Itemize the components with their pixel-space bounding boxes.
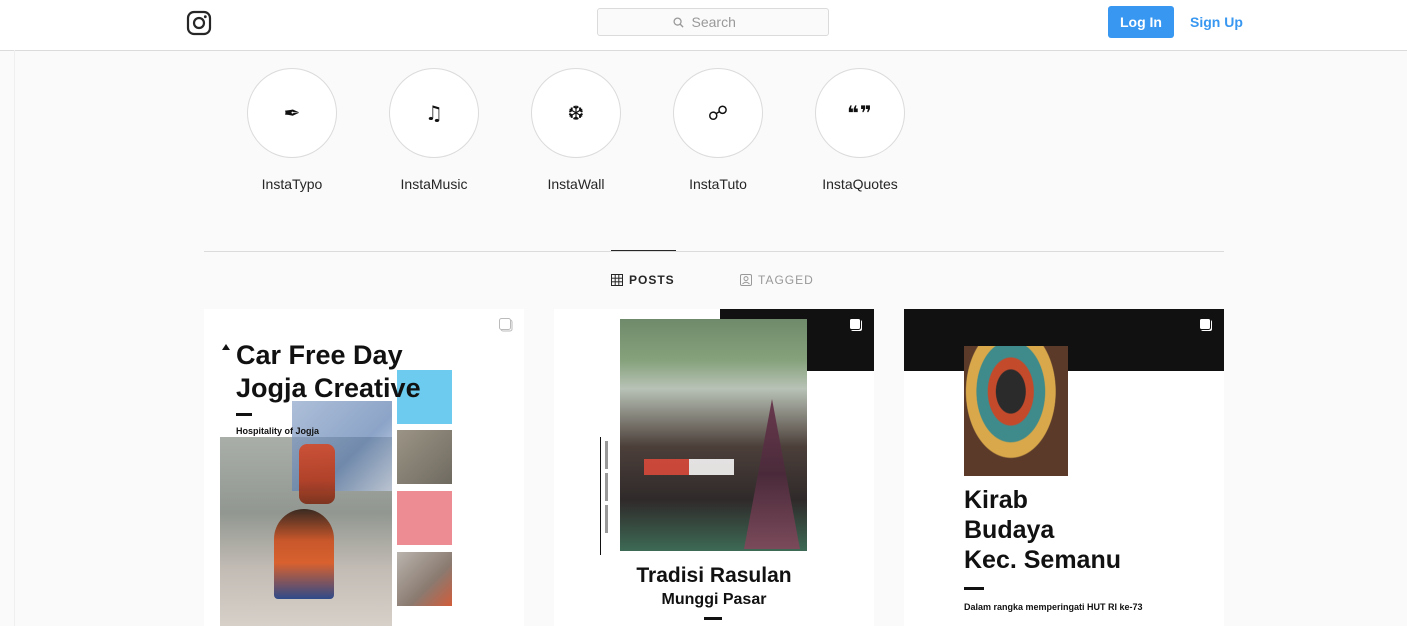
active-tab-indicator [611, 250, 676, 251]
post-thumbnail[interactable]: Tradisi Rasulan Munggi Pasar [554, 309, 874, 626]
post-photo [964, 346, 1068, 476]
pen-nib-icon: ✒ [283, 101, 301, 125]
multiple-posts-icon [849, 318, 862, 331]
highlight-label: InstaWall [547, 176, 605, 192]
highlight-instamusic[interactable]: ♫ InstaMusic [374, 68, 494, 192]
tab-posts[interactable]: POSTS [611, 273, 675, 287]
highlight-label: InstaMusic [400, 176, 468, 192]
post-subtitle: Munggi Pasar [661, 591, 767, 608]
multiple-posts-icon [499, 318, 513, 332]
multiple-posts-icon [1199, 318, 1212, 331]
post-photo [397, 430, 452, 484]
post-thumbnail[interactable]: Kirab Budaya Kec. Semanu Dalam rangka me… [904, 309, 1224, 626]
highlight-label: InstaTuto [689, 176, 747, 192]
color-block [397, 491, 452, 545]
highlight-instatuto[interactable]: ☍ InstaTuto [658, 68, 778, 192]
music-note-icon: ♫ [425, 101, 443, 125]
highlight-instaquotes[interactable]: ❝❞ InstaQuotes [800, 68, 920, 192]
highlight-cover: ✒ [247, 68, 337, 158]
post-title: Tradisi Rasulan [636, 564, 792, 587]
instagram-icon[interactable] [186, 10, 212, 36]
top-navigation-bar: Log In Sign Up [0, 0, 1407, 51]
highlight-instawall[interactable]: ❆ InstaWall [516, 68, 636, 192]
highlight-cover: ☍ [673, 68, 763, 158]
search-input[interactable] [689, 13, 754, 31]
post-title: Car Free Day Jogja Creative [236, 340, 421, 403]
search-icon [672, 16, 684, 28]
post-subtitle: Dalam rangka memperingati HUT RI ke-73 [964, 602, 1143, 612]
highlight-cover: ❆ [531, 68, 621, 158]
triangle-mark [222, 344, 230, 350]
post-photo [644, 459, 734, 475]
post-subtitle: Hospitality of Jogja [236, 426, 320, 436]
post-thumbnail[interactable]: Car Free Day Jogja Creative Hospitality … [204, 309, 524, 626]
divider [964, 587, 984, 590]
post-photo [397, 552, 452, 606]
highlight-label: InstaQuotes [822, 176, 898, 192]
tag-person-icon [740, 274, 752, 286]
tab-tagged[interactable]: TAGGED [740, 273, 814, 287]
signup-link[interactable]: Sign Up [1190, 14, 1243, 30]
quote-icon: ❝❞ [847, 101, 873, 125]
grid-icon [611, 274, 623, 286]
post-title: Kirab Budaya Kec. Semanu [964, 486, 1122, 574]
divider [236, 413, 252, 416]
tabs-divider [204, 251, 1224, 252]
highlight-cover: ♫ [389, 68, 479, 158]
highlight-instatypo[interactable]: ✒ InstaTypo [232, 68, 352, 192]
highlight-cover: ❝❞ [815, 68, 905, 158]
post-photo [299, 444, 335, 504]
post-photo [274, 509, 334, 599]
snowflake-icon: ❆ [567, 101, 585, 125]
tab-label: POSTS [629, 273, 675, 287]
tab-label: TAGGED [758, 273, 814, 287]
divider [704, 617, 722, 620]
login-button[interactable]: Log In [1108, 6, 1174, 38]
search-box[interactable] [597, 8, 829, 36]
highlight-label: InstaTypo [261, 176, 323, 192]
side-caption [600, 437, 615, 555]
link-icon: ☍ [707, 101, 729, 125]
